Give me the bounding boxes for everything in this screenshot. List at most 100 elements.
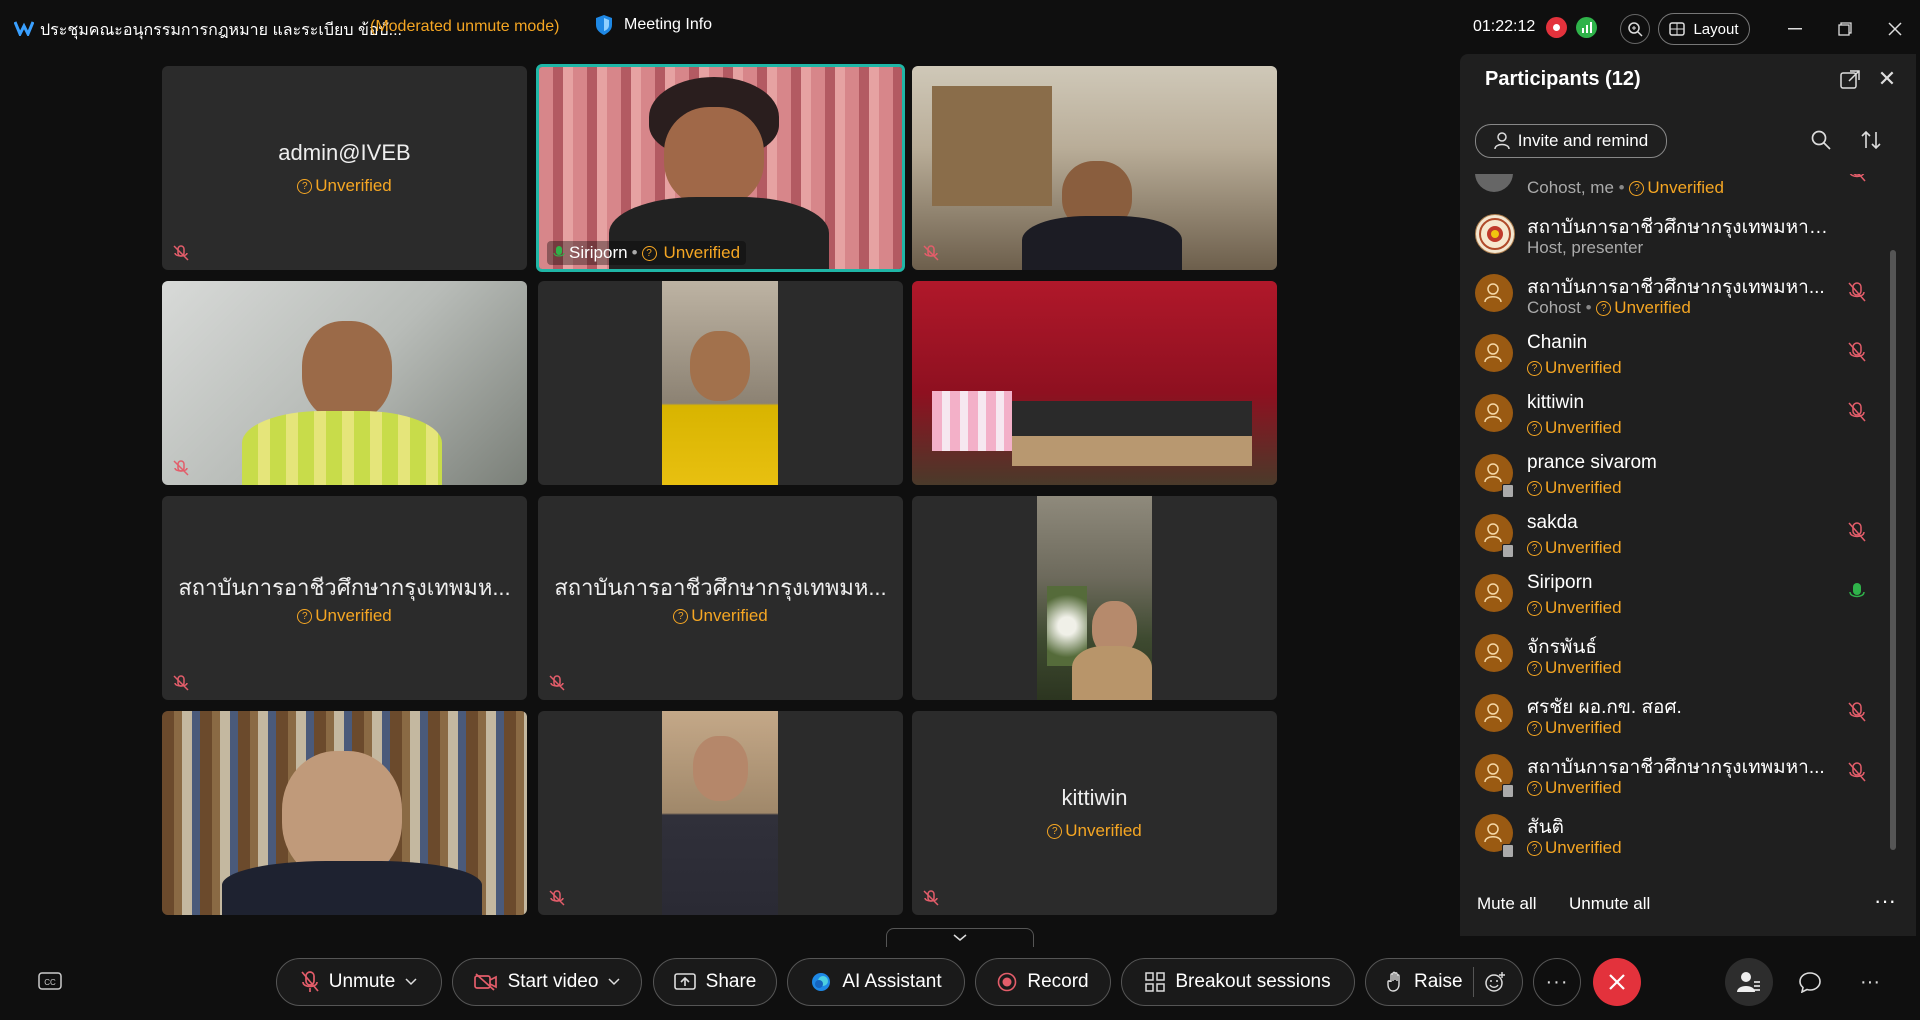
mic-muted-icon[interactable] [1848,342,1866,362]
participants-toggle-button[interactable] [1725,958,1773,1006]
video-tile-4[interactable] [162,281,527,485]
participant-item[interactable]: Chanin ? Unverified [1460,326,1900,386]
tile-name: สถาบันการอาชีวศึกษากรุงเทพมห... [554,575,887,600]
mic-muted-icon[interactable] [1848,702,1866,722]
raise-hand-button[interactable]: Raise [1365,958,1523,1006]
participants-icon [1737,972,1760,992]
participant-item[interactable]: จักรพันธ์? Unverified [1460,626,1900,686]
unmute-all-button[interactable]: Unmute all [1569,894,1650,914]
avatar [1475,574,1513,612]
webex-logo-icon [14,21,34,36]
panel-scrollbar[interactable] [1890,250,1896,850]
video-feed-shelf [932,86,1052,206]
video-feed-face [302,321,392,421]
unmute-mode-label: (Moderated unmute mode) [370,18,560,35]
ai-assistant-icon [812,973,831,991]
recording-indicator-icon[interactable] [1546,17,1567,38]
video-tile-6[interactable] [912,281,1277,485]
restore-icon[interactable] [1830,14,1860,44]
phone-device-icon [1502,784,1514,798]
chat-icon [1799,972,1821,993]
question-icon: ? [1527,601,1542,617]
participant-item[interactable]: Siriporn ? Unverified [1460,566,1900,626]
participant-item[interactable]: สถาบันการอาชีวศึกษากรุงเทพมหา...? Unverif… [1460,746,1900,806]
search-icon[interactable] [1810,129,1832,151]
participant-role: ? Unverified [1527,478,1622,498]
video-tile-7[interactable]: สถาบันการอาชีวศึกษากรุงเทพมห... ? Unverif… [162,496,527,700]
participant-item[interactable]: prance sivarom ? Unverified [1460,446,1900,506]
video-feed-desk [1012,436,1252,466]
chat-button[interactable] [1786,958,1834,1006]
meeting-title: ประชุมคณะอนุกรรมการกฎหมาย และระเบียบ ข้อ… [40,22,402,39]
record-button[interactable]: Record [975,958,1111,1006]
participant-item[interactable]: สันติ? Unverified [1460,806,1900,866]
close-panel-icon[interactable]: ✕ [1874,66,1900,92]
mic-muted-icon[interactable] [1848,282,1866,302]
unmute-button[interactable]: Unmute [276,958,442,1006]
more-actions-button[interactable]: ··· [1533,958,1581,1006]
breakout-sessions-button[interactable]: Breakout sessions [1121,958,1355,1006]
video-feed-body [1072,646,1152,700]
tile-name: สถาบันการอาชีวศึกษากรุงเทพมห... [178,575,511,600]
raise-hand-icon [1387,971,1400,992]
meeting-info-button[interactable]: Meeting Info [594,14,712,36]
network-health-icon[interactable] [1576,17,1597,38]
video-tile-10[interactable] [162,711,527,915]
question-icon: ? [1527,661,1542,677]
start-video-button[interactable]: Start video [452,958,642,1006]
participant-item[interactable]: sakda ? Unverified [1460,506,1900,566]
video-tile-9[interactable] [912,496,1277,700]
mic-active-icon[interactable] [1848,582,1866,602]
mute-all-button[interactable]: Mute all [1477,894,1537,914]
participant-role: ? Unverified [1527,778,1622,798]
zoom-icon[interactable] [1620,14,1650,44]
phone-device-icon [1502,484,1514,498]
video-tile-5[interactable] [538,281,903,485]
tile-status: ? Unverified [162,176,527,196]
video-feed-face [693,736,748,801]
video-tile-siriporn[interactable]: Siriporn • ? Unverified [536,64,905,272]
share-button[interactable]: Share [653,958,777,1006]
layout-button[interactable]: Layout [1658,13,1750,45]
mic-muted-icon[interactable] [1848,762,1866,782]
ai-assistant-button[interactable]: AI Assistant [787,958,965,1006]
mic-muted-icon[interactable] [1848,402,1866,422]
participant-role: ? Unverified [1527,418,1622,438]
video-tile-11[interactable] [538,711,903,915]
participant-name: Siriporn [1527,572,1593,593]
participant-role: ? Unverified [1527,358,1622,378]
popout-icon[interactable] [1838,68,1862,92]
participant-item[interactable]: Cohost, me • ? Unverified [1460,174,1900,206]
minimize-icon[interactable] [1780,14,1810,44]
participant-item[interactable]: ศรชัย ผอ.กข. สอศ.? Unverified [1460,686,1900,746]
video-tile-3[interactable] [912,66,1277,270]
mic-muted-icon[interactable] [1848,522,1866,542]
more-options-icon[interactable]: ··· [1874,888,1896,914]
collapse-toolbar-button[interactable] [886,928,1034,947]
video-tile-admin[interactable]: admin@IVEB ? Unverified [162,66,527,270]
video-tile-kittiwin[interactable]: kittiwin ? Unverified [912,711,1277,915]
tile-name: admin@IVEB [278,140,411,165]
invite-and-remind-button[interactable]: Invite and remind [1475,124,1667,158]
mic-active-icon [553,246,565,257]
closed-captions-icon[interactable]: CC [38,972,62,992]
leave-meeting-button[interactable] [1593,958,1641,1006]
breakout-icon [1145,972,1166,992]
video-tile-8[interactable]: สถาบันการอาชีวศึกษากรุงเทพมห... ? Unverif… [538,496,903,700]
participant-name: prance sivarom [1527,452,1657,473]
participant-item[interactable]: kittiwin ? Unverified [1460,386,1900,446]
overflow-menu-button[interactable]: ··· [1846,958,1894,1006]
reaction-emoji-icon[interactable] [1484,971,1506,993]
participant-name: sakda [1527,512,1578,533]
avatar [1475,174,1513,192]
question-icon: ? [1527,421,1542,437]
participant-item[interactable]: สถาบันการอาชีวศึกษากรุงเทพมหา... Cohost •… [1460,266,1900,326]
mic-muted-icon [173,460,189,476]
sort-icon[interactable] [1860,129,1882,151]
close-window-icon[interactable] [1880,14,1910,44]
participant-role: ? Unverified [1527,658,1622,678]
question-icon: ? [1527,481,1542,497]
mic-muted-icon[interactable] [1848,174,1866,182]
participant-item[interactable]: สถาบันการอาชีวศึกษากรุงเทพมหานคร Host, pr… [1460,206,1900,266]
question-icon: ? [297,179,313,195]
